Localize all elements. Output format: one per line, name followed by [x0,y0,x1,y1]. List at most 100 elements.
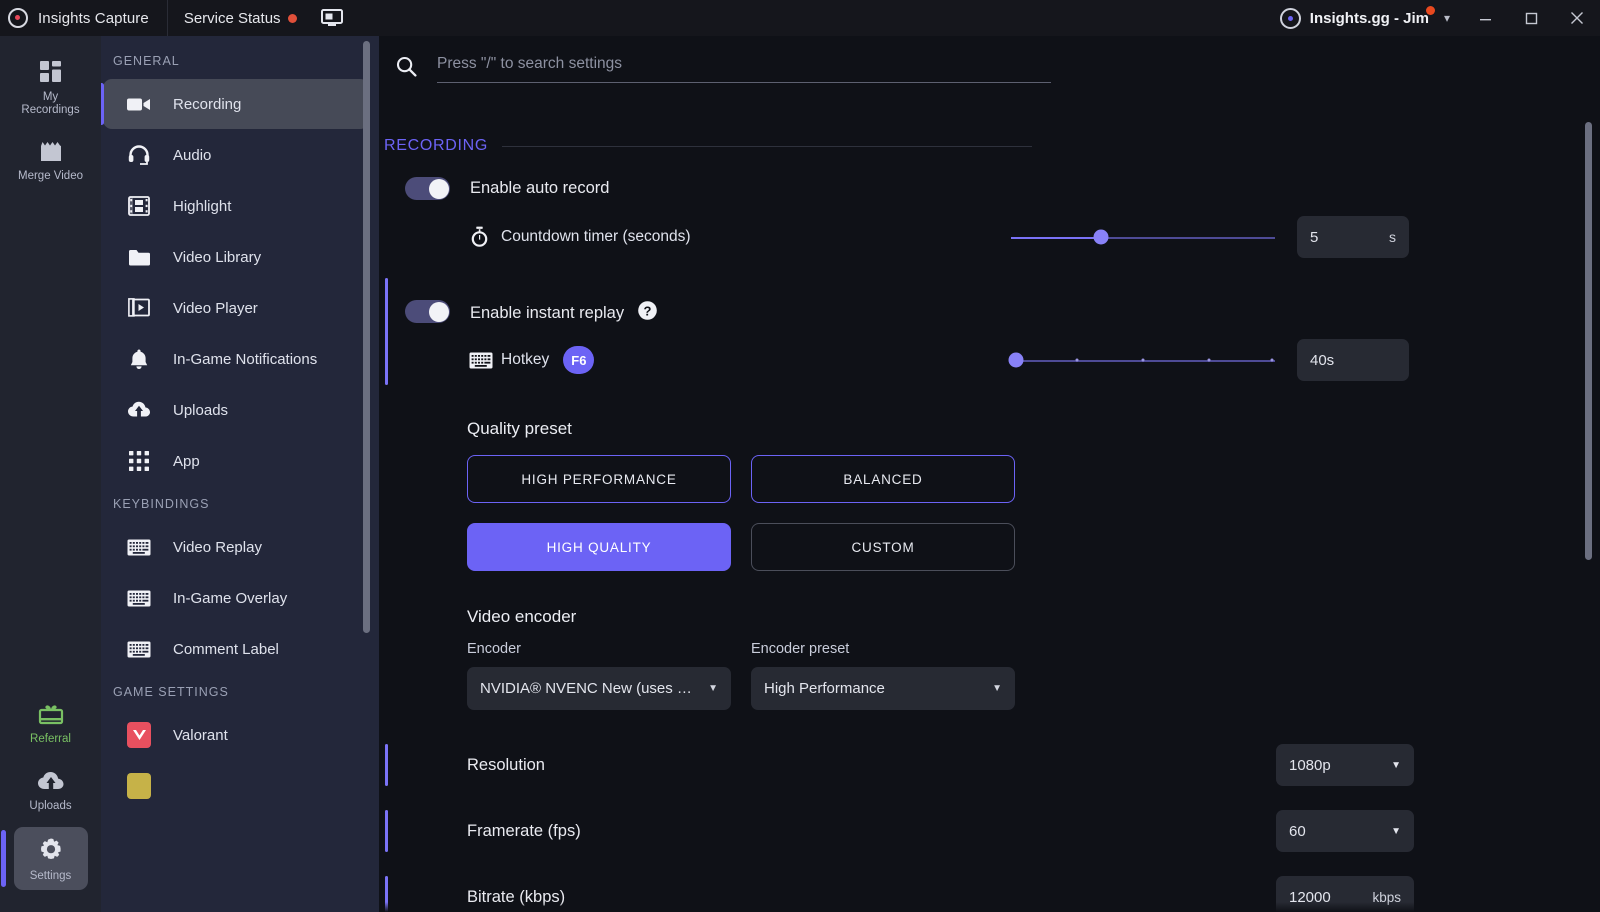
maximize-button[interactable] [1508,0,1554,36]
app-body: My Recordings Merge Video Ref [0,36,1600,912]
nav-item-comment-label[interactable]: Comment Label [103,624,369,674]
enable-auto-record-toggle[interactable] [405,177,450,200]
encoder-preset-select[interactable]: High Performance ▼ [751,667,1015,710]
rail-bottom-group: Referral Uploads Settings [0,692,101,912]
display-picker-button[interactable] [311,9,353,27]
slider-tick [1142,359,1145,362]
nav-item-label: Highlight [173,198,231,215]
nav-item-label: Comment Label [173,641,279,658]
keyboard-icon [127,539,151,556]
stopwatch-icon [469,226,501,248]
search-icon [391,56,421,77]
instant-replay-group: Enable instant replay ? [379,278,1600,385]
nav-item-label: Audio [173,147,211,164]
account-name-text: Insights.gg - Jim [1310,10,1429,27]
preset-high-quality-button[interactable]: HIGH QUALITY [467,523,731,571]
headset-icon [127,144,151,166]
countdown-timer-label: Countdown timer (seconds) [501,228,691,246]
rail-item-settings[interactable]: Settings [14,827,88,890]
nav-item-audio[interactable]: Audio [103,130,369,180]
rail-label: Uploads [29,800,71,813]
hotkey-row: Hotkey F6 40s [379,339,1409,381]
slider-knob[interactable] [1009,353,1024,368]
replay-duration-box[interactable]: 40s [1297,339,1409,381]
replay-duration-value: 40s [1310,352,1334,369]
enable-instant-replay-toggle[interactable] [405,300,450,323]
countdown-value-box[interactable]: 5 s [1297,216,1409,258]
resolution-row: Resolution 1080p ▼ [379,732,1414,798]
slider-tick [1271,359,1274,362]
minimize-button[interactable] [1462,0,1508,36]
countdown-value: 5 [1310,229,1318,246]
slider-fill [1011,237,1101,239]
toggle-knob [429,302,449,322]
nav-item-uploads[interactable]: Uploads [103,385,369,435]
resolution-select[interactable]: 1080p ▼ [1276,744,1414,786]
nav-item-in-game-notifications[interactable]: In-Game Notifications [103,334,369,384]
slider-knob[interactable] [1093,230,1108,245]
film-strip-icon [127,196,151,216]
rail-item-my-recordings[interactable]: My Recordings [14,50,88,123]
framerate-select[interactable]: 60 ▼ [1276,810,1414,852]
preset-balanced-button[interactable]: BALANCED [751,455,1015,503]
service-status-dot [288,14,297,23]
encoder-label: Encoder [467,641,731,657]
rail-label: Merge Video [18,170,83,183]
chevron-down-icon: ▼ [992,683,1002,694]
rail-item-referral[interactable]: Referral [14,692,88,753]
nav-item-label: In-Game Overlay [173,590,287,607]
video-encoder-grid: Encoder NVIDIA® NVENC New (uses … ▼ Enco… [467,641,1600,710]
rail-item-merge-video[interactable]: Merge Video [14,131,88,190]
nav-item-video-replay[interactable]: Video Replay [103,522,369,572]
window-controls [1462,0,1600,36]
hotkey-key-chip[interactable]: F6 [563,346,594,374]
maximize-icon [1525,12,1538,25]
account-menu[interactable]: Insights.gg - Jim ▾ [1280,8,1462,29]
nav-item-label: Video Player [173,300,258,317]
nav-item-label: Recording [173,96,241,113]
title-bar: Insights Capture Service Status Insights… [0,0,1600,36]
hotkey-label: Hotkey [501,351,549,369]
instant-replay-row: Enable instant replay ? [379,278,1600,323]
preset-high-performance-button[interactable]: HIGH PERFORMANCE [467,455,731,503]
slider-tick [1076,359,1079,362]
nav-item-highlight[interactable]: Highlight [103,181,369,231]
app-logo [0,8,36,28]
service-status-button[interactable]: Service Status [168,10,311,27]
question-circle-icon[interactable]: ? [637,300,658,321]
keyboard-icon [127,641,151,658]
rail-item-uploads[interactable]: Uploads [14,761,88,820]
instant-replay-label-text: Enable instant replay [470,304,624,322]
nav-item-game-partial[interactable] [103,761,369,811]
search-field [437,50,1051,83]
nav-item-valorant[interactable]: Valorant [103,710,369,760]
svg-text:?: ? [643,303,651,318]
auto-record-row: Enable auto record [379,155,1600,200]
nav-item-app[interactable]: App [103,436,369,486]
cloud-upload-icon [37,770,65,794]
preset-custom-button[interactable]: CUSTOM [751,523,1015,571]
nav-item-video-player[interactable]: Video Player [103,283,369,333]
section-divider [502,146,1032,147]
cloud-upload-icon [127,400,151,420]
framerate-row: Framerate (fps) 60 ▼ [379,798,1414,864]
account-name: Insights.gg - Jim [1310,10,1429,27]
nav-item-in-game-overlay[interactable]: In-Game Overlay [103,573,369,623]
video-encoder-title: Video encoder [467,607,1600,627]
nav-item-recording[interactable]: Recording [103,79,369,129]
app-window: Insights Capture Service Status Insights… [0,0,1600,912]
encoder-select[interactable]: NVIDIA® NVENC New (uses … ▼ [467,667,731,710]
nav-scrollbar[interactable] [363,41,370,633]
enable-auto-record-label: Enable auto record [470,179,609,198]
search-input[interactable] [437,55,1051,73]
apps-grid-icon [127,451,151,471]
toggle-knob [429,179,449,199]
play-window-icon [127,298,151,319]
insights-logo-icon [8,8,28,28]
account-notification-badge [1426,6,1435,15]
nav-item-label: Video Replay [173,539,262,556]
close-button[interactable] [1554,0,1600,36]
framerate-value: 60 [1289,823,1306,840]
nav-item-video-library[interactable]: Video Library [103,232,369,282]
main-scrollbar[interactable] [1585,122,1592,560]
